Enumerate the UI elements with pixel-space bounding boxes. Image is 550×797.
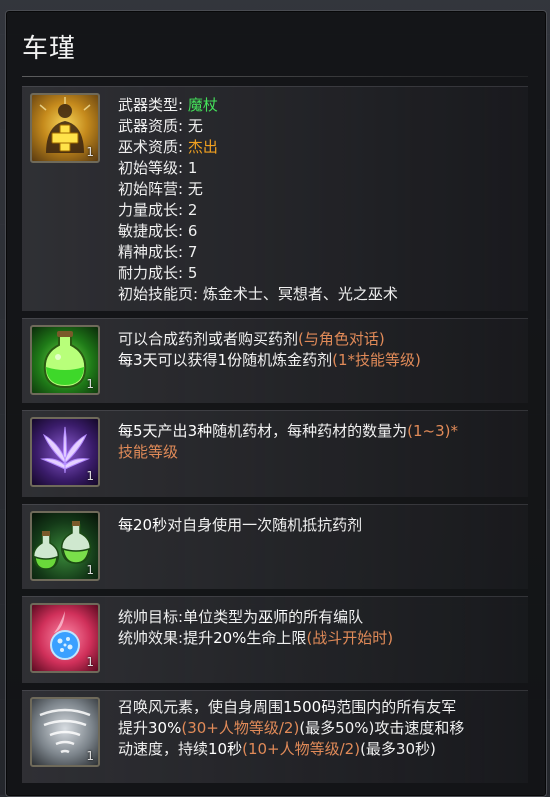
skill-section-1: 1 每5天产出3种随机药材，每种药材的数量为(1~3)* 技能等级 [22,410,528,497]
info-line: 耐力成长: 5 [118,264,198,282]
skill-section-3: 1 统帅目标:单位类型为巫师的所有编队 统帅效果:提升20%生命上限(战斗开始时… [22,596,528,683]
icon-level-badge: 1 [86,655,94,669]
info-line: 武器类型: 魔杖 [118,96,218,114]
skill-icon-frame[interactable]: 1 [30,417,100,487]
skill-line: 技能等级 [118,443,179,461]
icon-level-badge: 1 [86,377,94,391]
info-line: 武器资质: 无 [118,117,203,135]
skill-line: 统帅效果:提升20%生命上限(战斗开始时) [118,629,394,647]
info-line: 初始技能页: 炼金术士、冥想者、光之巫术 [118,285,398,303]
skill-line: 每3天可以获得1份随机炼金药剂(1*技能等级) [118,351,421,369]
info-line: 力量成长: 2 [118,201,198,219]
hero-class-icon-frame: 1 [30,93,100,163]
hero-name: 车瑾 [22,34,77,64]
skill-icon-frame[interactable]: 1 [30,325,100,395]
skill-icon-frame[interactable]: 1 [30,511,100,581]
hero-info-section: 1 武器类型: 魔杖 武器资质: 无 巫术资质: 杰出 初始等级: 1 初始阵营… [22,86,528,311]
skill-description: 统帅目标:单位类型为巫师的所有编队 统帅效果:提升20%生命上限(战斗开始时) [118,607,393,649]
skill-line: 统帅目标:单位类型为巫师的所有编队 [118,608,364,626]
info-line: 敏捷成长: 6 [118,222,198,240]
skill-description: 召唤风元素，使自身周围1500码范围内的所有友军 提升30%(30+人物等级/2… [118,697,464,760]
skill-description: 可以合成药剂或者购买药剂(与角色对话) 每3天可以获得1份随机炼金药剂(1*技能… [118,329,421,371]
info-line: 精神成长: 7 [118,243,198,261]
skill-section-2: 1 每20秒对自身使用一次随机抵抗药剂 [22,504,528,589]
skill-line: 可以合成药剂或者购买药剂(与角色对话) [118,330,385,348]
info-line: 巫术资质: 杰出 [118,138,218,156]
skill-description: 每5天产出3种随机药材，每种药材的数量为(1~3)* 技能等级 [118,421,458,463]
skill-section-4: 1 召唤风元素，使自身周围1500码范围内的所有友军 提升30%(30+人物等级… [22,690,528,783]
title-divider [22,76,528,77]
skill-line: 提升30%(30+人物等级/2)(最多50%)攻击速度和移 [118,719,465,737]
skill-section-0: 1 可以合成药剂或者购买药剂(与角色对话) 每3天可以获得1份随机炼金药剂(1*… [22,318,528,403]
icon-level-badge: 1 [86,563,94,577]
info-line: 初始阵营: 无 [118,180,203,198]
skill-line: 每5天产出3种随机药材，每种药材的数量为(1~3)* [118,422,458,440]
skill-line: 召唤风元素，使自身周围1500码范围内的所有友军 [118,698,457,716]
skill-icon-frame[interactable]: 1 [30,603,100,673]
hero-info-lines: 武器类型: 魔杖 武器资质: 无 巫术资质: 杰出 初始等级: 1 初始阵营: … [118,95,398,305]
skill-description: 每20秒对自身使用一次随机抵抗药剂 [118,515,362,536]
icon-level-badge: 1 [86,469,94,483]
icon-level-badge: 1 [86,145,94,159]
skill-line: 每20秒对自身使用一次随机抵抗药剂 [118,516,363,534]
info-line: 初始等级: 1 [118,159,198,177]
skill-line: 动速度，持续10秒(10+人物等级/2)(最多30秒) [118,740,436,758]
skill-icon-frame[interactable]: 1 [30,697,100,767]
icon-level-badge: 1 [86,749,94,763]
